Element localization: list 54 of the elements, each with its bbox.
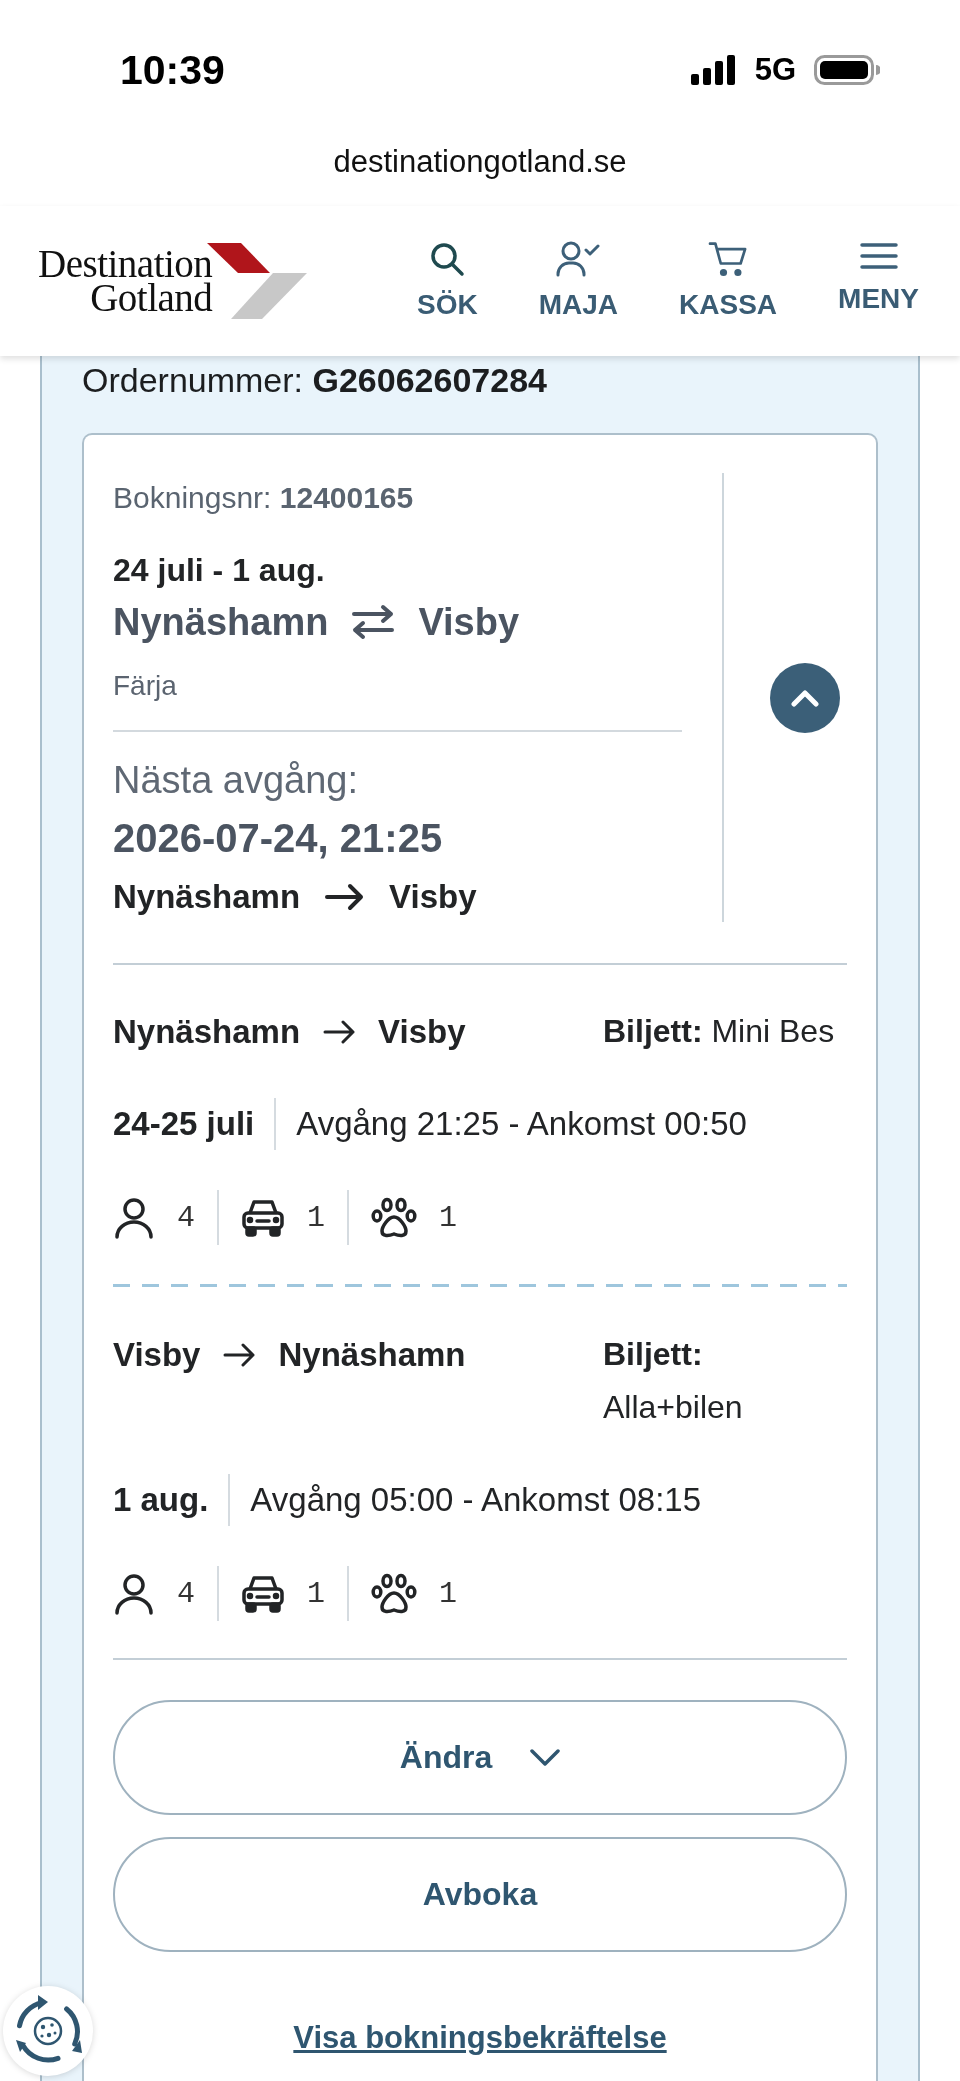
passenger-count: 4 xyxy=(177,1575,195,1612)
action-button[interactable]: Ändra xyxy=(113,1700,847,1815)
route-origin: Nynäshamn xyxy=(113,600,329,645)
menu-button[interactable]: MENY xyxy=(838,241,919,321)
leg-times: Avgång 05:00 - Ankomst 08:15 xyxy=(250,1480,702,1520)
leg-date: 1 aug. xyxy=(113,1480,209,1520)
leg-origin: Visby xyxy=(113,1335,201,1375)
chevron-up-icon xyxy=(791,688,819,707)
route-destination: Visby xyxy=(418,600,520,645)
logo-link[interactable]: Destination Gotland xyxy=(38,243,308,319)
search-button[interactable]: SÖK xyxy=(417,241,478,321)
two-way-arrows-icon xyxy=(351,604,396,640)
leg-date: 24-25 juli xyxy=(113,1104,255,1144)
leg-destination: Visby xyxy=(378,1012,466,1052)
pet-count: 1 xyxy=(439,1199,458,1236)
account-button[interactable]: MAJA xyxy=(538,241,619,321)
car-icon xyxy=(241,1197,285,1238)
booking-number: Bokningsnr: 12400165 xyxy=(113,480,415,516)
leg-times: Avgång 21:25 - Ankomst 00:50 xyxy=(296,1104,747,1144)
arrow-icon xyxy=(323,1018,356,1045)
passenger-count: 4 xyxy=(177,1199,195,1236)
ticket-info: Biljett: Mini Bes xyxy=(603,1012,836,1051)
transport-type: Färja xyxy=(113,669,178,703)
paw-icon xyxy=(371,1196,418,1239)
cart-button[interactable]: KASSA xyxy=(679,241,778,321)
car-icon xyxy=(241,1573,285,1614)
order-number: Ordernummer: G26062607284 xyxy=(82,360,548,400)
address-bar-url[interactable]: destinationgotland.se xyxy=(333,140,627,184)
person-icon xyxy=(113,1196,155,1239)
right-arrow-icon xyxy=(325,883,365,911)
signal-icon xyxy=(690,55,737,85)
status-time: 10:39 xyxy=(120,46,225,94)
search-icon xyxy=(429,241,466,277)
leg-destination: Nynäshamn xyxy=(278,1335,466,1375)
ticket-info: Biljett: Alla+bilen xyxy=(603,1335,744,1427)
battery-icon xyxy=(814,55,880,85)
user-check-icon xyxy=(555,241,602,277)
person-icon xyxy=(113,1572,155,1615)
vehicle-count: 1 xyxy=(307,1199,326,1236)
vehicle-count: 1 xyxy=(307,1575,326,1612)
arrow-icon xyxy=(223,1341,256,1368)
next-departure-time: 2026-07-24, 21:25 xyxy=(113,815,444,861)
chevron-down-icon xyxy=(530,1749,561,1766)
next-departure-label: Nästa avgång: xyxy=(113,758,360,803)
menu-icon xyxy=(859,241,898,271)
leg-origin: Nynäshamn xyxy=(113,1012,301,1052)
action-button[interactable]: Avboka xyxy=(113,1837,847,1952)
departure-destination: Visby xyxy=(389,877,477,917)
trip-dates: 24 juli - 1 aug. xyxy=(113,551,326,590)
network-label: 5G xyxy=(754,52,796,88)
confirmation-link[interactable]: Visa bokningsbekräftelse xyxy=(293,2018,667,2058)
departure-origin: Nynäshamn xyxy=(113,877,301,917)
pet-count: 1 xyxy=(439,1575,458,1612)
paw-icon xyxy=(371,1572,418,1615)
